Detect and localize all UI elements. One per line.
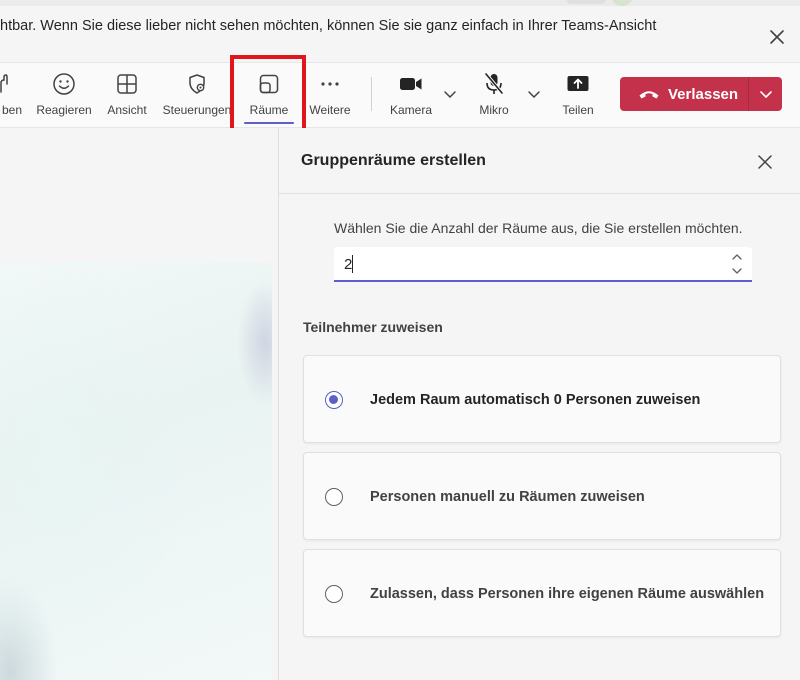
rooms-label: Räume <box>249 103 289 117</box>
room-count-label: Wählen Sie die Anzahl der Räume aus, die… <box>334 220 743 236</box>
banner-close-icon[interactable] <box>766 26 788 48</box>
radio-self-select[interactable] <box>325 585 343 603</box>
panel-header: Gruppenräume erstellen <box>279 128 800 194</box>
breakout-rooms-panel: Gruppenräume erstellen Wählen Sie die An… <box>278 128 800 680</box>
banner-message: htbar. Wenn Sie diese lieber nicht sehen… <box>0 18 657 34</box>
option-self-select-label: Zulassen, dass Personen ihre eigenen Räu… <box>370 586 765 602</box>
leave-chevron-down-icon <box>759 91 772 98</box>
stepper-arrows-icon[interactable] <box>730 250 744 278</box>
controls-label: Steuerungen <box>162 103 232 117</box>
grid-view-icon <box>114 71 140 97</box>
camera-button[interactable]: Kamera <box>388 63 434 127</box>
mic-off-icon <box>481 71 507 97</box>
leave-button[interactable]: Verlassen <box>620 77 782 111</box>
mic-button[interactable]: Mikro <box>474 63 514 127</box>
camera-label: Kamera <box>389 103 433 117</box>
mic-options-chevron-icon[interactable] <box>525 85 543 103</box>
share-icon <box>565 71 591 97</box>
video-tile <box>0 262 272 680</box>
room-count-input[interactable]: 2 <box>334 247 752 282</box>
meeting-toolbar: ben Reagieren Ansicht Steuerungen Räume … <box>0 62 800 128</box>
window-control-pill <box>566 0 606 4</box>
radio-manual-assign[interactable] <box>325 488 343 506</box>
leave-options-button[interactable] <box>749 77 782 111</box>
breakout-rooms-icon <box>256 71 282 97</box>
panel-title: Gruppenräume erstellen <box>301 152 486 169</box>
leave-label: Verlassen <box>668 85 739 103</box>
rooms-button[interactable]: Räume <box>244 63 294 127</box>
notification-banner: htbar. Wenn Sie diese lieber nicht sehen… <box>0 0 800 62</box>
smiley-icon <box>51 71 77 97</box>
text-cursor <box>352 255 353 273</box>
raise-hand-label: ben <box>1 103 22 117</box>
active-tab-indicator <box>244 122 294 124</box>
raise-hand-icon <box>0 71 22 97</box>
option-self-select[interactable]: Zulassen, dass Personen ihre eigenen Räu… <box>303 549 781 637</box>
more-label: Weitere <box>309 103 351 117</box>
mic-label: Mikro <box>479 103 509 117</box>
radio-auto-assign[interactable] <box>325 391 343 409</box>
meeting-stage <box>0 128 278 680</box>
react-button[interactable]: Reagieren <box>36 63 92 127</box>
share-button[interactable]: Teilen <box>559 63 597 127</box>
panel-close-icon[interactable] <box>755 152 775 172</box>
react-label: Reagieren <box>36 103 92 117</box>
controls-button[interactable]: Steuerungen <box>161 63 233 127</box>
more-dots-icon <box>317 71 343 97</box>
option-manual-assign-label: Personen manuell zu Räumen zuweisen <box>370 489 645 505</box>
top-window-strip <box>0 0 800 6</box>
option-manual-assign[interactable]: Personen manuell zu Räumen zuweisen <box>303 452 781 540</box>
camera-icon <box>398 71 424 97</box>
toolbar-divider <box>371 77 372 111</box>
user-avatar-fragment <box>612 0 632 6</box>
share-label: Teilen <box>562 103 594 117</box>
view-button[interactable]: Ansicht <box>104 63 150 127</box>
shield-gear-icon <box>184 71 210 97</box>
raise-hand-button[interactable]: ben <box>0 63 22 127</box>
leave-main-action[interactable]: Verlassen <box>620 77 748 111</box>
hang-up-icon <box>639 91 659 99</box>
option-auto-assign-label: Jedem Raum automatisch 0 Personen zuweis… <box>370 392 701 408</box>
more-button[interactable]: Weitere <box>306 63 354 127</box>
view-label: Ansicht <box>107 103 147 117</box>
option-auto-assign[interactable]: Jedem Raum automatisch 0 Personen zuweis… <box>303 355 781 443</box>
camera-options-chevron-icon[interactable] <box>441 85 459 103</box>
assign-participants-heading: Teilnehmer zuweisen <box>303 319 443 335</box>
